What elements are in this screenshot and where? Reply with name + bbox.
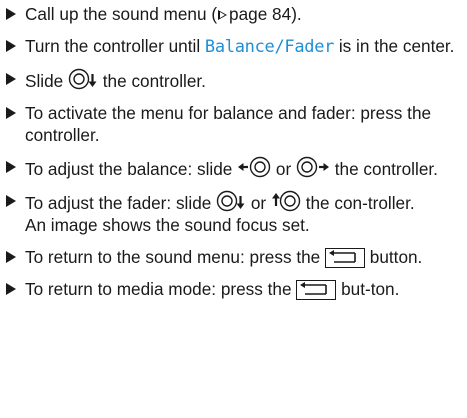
step-6: To adjust the fader: slide or the con-tr… (4, 190, 461, 236)
triangle-bullet-icon (6, 40, 16, 52)
page-ref-triangle-icon (218, 10, 228, 20)
instruction-page: Call up the sound menu ( page 84). Turn t… (0, 0, 467, 418)
step-4: To activate the menu for balance and fad… (4, 102, 461, 146)
step-1-post: ). (291, 4, 302, 24)
step-6-mid: or (246, 193, 271, 213)
step-5: To adjust the balance: slide or the cont… (4, 156, 461, 180)
step-1-page-ref: page 84 (229, 4, 292, 24)
step-3-pre: Slide (25, 71, 68, 91)
step-2: Turn the controller until Balance/Fader … (4, 35, 461, 58)
controller-slide-down-icon (216, 190, 246, 212)
controller-slide-left-icon (237, 156, 271, 178)
step-6-post: the con-troller. (300, 193, 415, 213)
triangle-bullet-icon (6, 107, 16, 119)
step-3-text: Slide the controller. (25, 68, 461, 92)
controller-slide-up-icon (271, 190, 301, 212)
controller-slide-right-icon (296, 156, 330, 178)
triangle-bullet-icon (6, 283, 16, 295)
step-8-post: but-ton. (336, 279, 400, 299)
step-6-pre: To adjust the fader: slide (25, 193, 217, 213)
step-2-text: Turn the controller until Balance/Fader … (25, 35, 461, 58)
step-7-pre: To return to the sound menu: press the (25, 247, 325, 267)
step-2-post: is in the center. (334, 36, 455, 56)
step-1-text: Call up the sound menu ( page 84). (25, 3, 461, 25)
menu-item-balance-fader: Balance/Fader (204, 37, 335, 57)
step-6-text: To adjust the fader: slide or the con-tr… (25, 190, 461, 214)
controller-slide-down-icon (68, 68, 98, 90)
step-5-post: the controller. (329, 159, 438, 179)
triangle-bullet-icon (6, 73, 16, 85)
back-button-icon (296, 280, 337, 300)
step-5-text: To adjust the balance: slide or the cont… (25, 156, 461, 180)
triangle-bullet-icon (6, 195, 16, 207)
step-4-text: To activate the menu for balance and fad… (25, 103, 432, 145)
step-8-pre: To return to media mode: press the (25, 279, 297, 299)
step-3: Slide the controller. (4, 68, 461, 92)
step-7-post: button. (365, 247, 423, 267)
step-5-pre: To adjust the balance: slide (25, 159, 238, 179)
triangle-bullet-icon (6, 251, 16, 263)
step-7-text: To return to the sound menu: press the b… (25, 246, 461, 268)
step-1: Call up the sound menu ( page 84). (4, 3, 461, 25)
step-8-text: To return to media mode: press the but-t… (25, 278, 461, 300)
triangle-bullet-icon (6, 8, 16, 20)
step-5-mid: or (271, 159, 296, 179)
step-7: To return to the sound menu: press the b… (4, 246, 461, 268)
step-2-pre: Turn the controller until (25, 36, 205, 56)
triangle-bullet-icon (6, 161, 16, 173)
step-1-pre: Call up the sound menu ( (25, 4, 218, 24)
back-button-icon (325, 248, 365, 268)
step-3-post: the controller. (98, 71, 206, 91)
step-6-result: An image shows the sound focus set. (25, 215, 310, 235)
step-8: To return to media mode: press the but-t… (4, 278, 461, 300)
